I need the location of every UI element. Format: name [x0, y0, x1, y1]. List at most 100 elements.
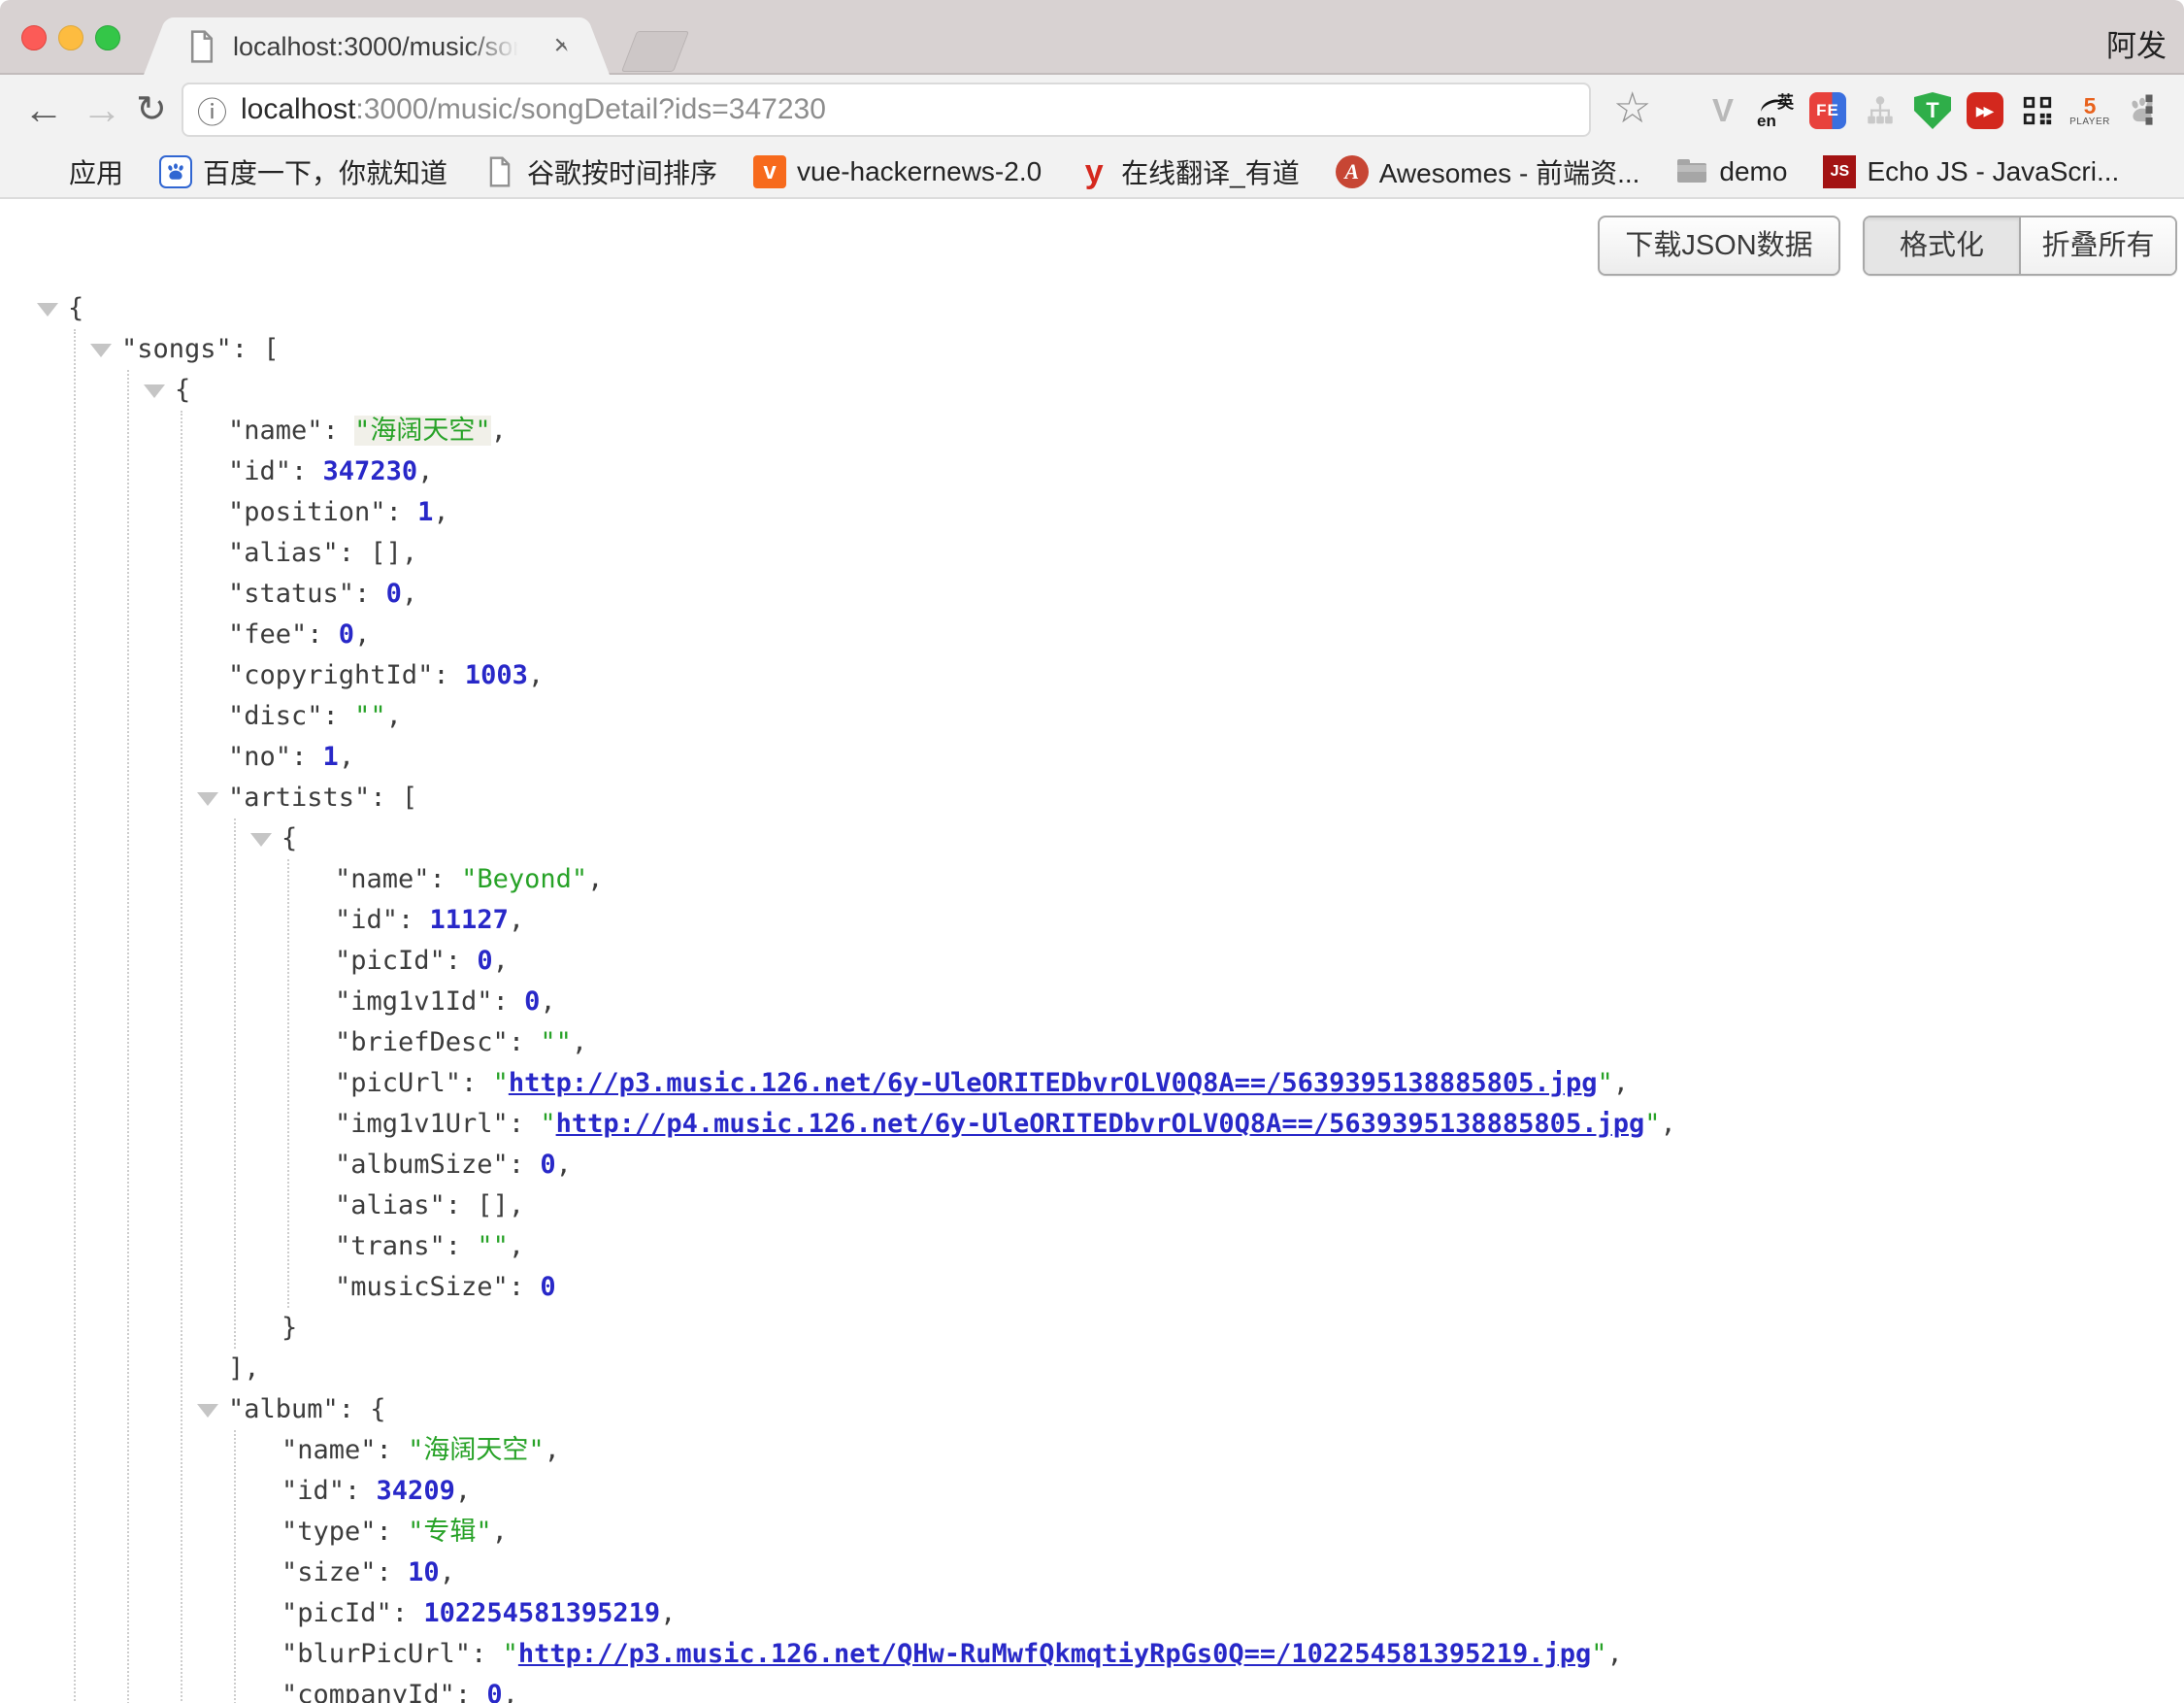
- collapse-all-button[interactable]: 折叠所有: [2021, 217, 2175, 274]
- url-path: :3000/music/songDetail?ids=347230: [355, 93, 826, 126]
- json-row: {: [0, 370, 2184, 411]
- collapse-toggle-icon[interactable]: [144, 384, 165, 398]
- json-row: {: [0, 818, 2184, 859]
- json-token: "Beyond": [461, 864, 587, 894]
- json-token: :: [461, 1068, 493, 1098]
- json-token: 347230: [323, 456, 418, 486]
- json-row: }: [0, 1308, 2184, 1349]
- json-token: :: [377, 1517, 409, 1547]
- qr-code-icon[interactable]: [2019, 92, 2056, 129]
- profile-name[interactable]: 阿发: [2106, 21, 2167, 65]
- vue-devtools-icon[interactable]: V: [1704, 92, 1741, 129]
- json-token: ,: [455, 1476, 471, 1506]
- bookmark-youdao[interactable]: y 在线翻译_有道: [1077, 152, 1300, 191]
- json-token: :: [377, 1435, 409, 1465]
- shield-icon[interactable]: T: [1914, 92, 1951, 129]
- youdao-translate-icon[interactable]: 英 en: [1757, 92, 1794, 129]
- collapse-toggle-icon[interactable]: [197, 1404, 218, 1418]
- browser-tab[interactable]: localhost:3000/music/songDet ×: [171, 17, 582, 77]
- json-token: ,: [509, 1231, 524, 1261]
- json-row: "name": "海阔天空",: [0, 411, 2184, 451]
- new-tab-button[interactable]: [621, 31, 689, 72]
- json-token: ,: [386, 701, 402, 731]
- json-url-link[interactable]: http://p3.music.126.net/6y-UleORITEDbvrO…: [509, 1068, 1598, 1098]
- json-token: "img1v1Id": [335, 986, 493, 1017]
- bookmark-apps[interactable]: 应用: [25, 152, 123, 191]
- format-button[interactable]: 格式化: [1865, 217, 2021, 274]
- json-row: "trans": "",: [0, 1226, 2184, 1267]
- json-token: :: [455, 1680, 487, 1703]
- json-row: "songs": [: [0, 329, 2184, 370]
- bookmark-vue-hackernews[interactable]: v vue-hackernews-2.0: [753, 155, 1042, 188]
- collapse-toggle-icon[interactable]: [197, 792, 218, 806]
- json-row: "img1v1Id": 0,: [0, 982, 2184, 1022]
- minimize-window-button[interactable]: [58, 25, 83, 50]
- bookmark-demo-folder[interactable]: demo: [1675, 155, 1787, 188]
- json-token: "name": [335, 864, 430, 894]
- json-token: "海阔天空": [408, 1435, 545, 1465]
- json-token: :: [509, 1027, 541, 1057]
- json-token: ": [540, 1109, 555, 1139]
- collapse-toggle-icon[interactable]: [250, 833, 272, 847]
- json-token: {: [281, 823, 297, 853]
- fe-helper-icon[interactable]: FE: [1809, 92, 1846, 129]
- tree-guide-line: [181, 411, 182, 1703]
- json-token: "trans": [335, 1231, 446, 1261]
- json-row: {: [0, 288, 2184, 329]
- json-token: "albumSize": [335, 1150, 509, 1180]
- fast-forward-icon[interactable]: ▶▶: [1967, 92, 2003, 129]
- json-url-link[interactable]: http://p3.music.126.net/QHw-RuMwfQkmqtiy…: [518, 1639, 1591, 1669]
- json-token: "alias": [335, 1190, 446, 1220]
- json-token: :: [430, 864, 462, 894]
- zoom-window-button[interactable]: [95, 25, 120, 50]
- bookmark-awesomes[interactable]: A Awesomes - 前端资...: [1336, 152, 1640, 191]
- url-host: localhost: [241, 93, 355, 126]
- tab-close-icon[interactable]: ×: [553, 29, 571, 62]
- reload-button[interactable]: ↻: [136, 91, 167, 128]
- json-token: 102254581395219: [423, 1598, 660, 1628]
- tab-strip: localhost:3000/music/songDet × 阿发: [0, 0, 2184, 75]
- address-bar[interactable]: ⓘ localhost:3000/music/songDetail?ids=34…: [182, 83, 1591, 137]
- json-row: "musicSize": 0: [0, 1267, 2184, 1308]
- html5-player-icon[interactable]: 5 PLAYER: [2071, 92, 2108, 129]
- json-url-link[interactable]: http://p4.music.126.net/6y-UleORITEDbvrO…: [556, 1109, 1645, 1139]
- json-token: ,: [660, 1598, 676, 1628]
- json-token: 0: [486, 1680, 502, 1703]
- bookmark-star-icon[interactable]: ☆: [1613, 83, 1651, 133]
- json-token: 1: [323, 742, 339, 772]
- sitemap-icon[interactable]: [1862, 92, 1899, 129]
- download-json-button[interactable]: 下载JSON数据: [1598, 216, 1840, 276]
- json-token: 34209: [377, 1476, 455, 1506]
- json-token: 1: [417, 497, 433, 527]
- json-token: : [],: [446, 1190, 524, 1220]
- tree-guide-line: [74, 329, 76, 1703]
- json-token: :: [323, 701, 355, 731]
- json-token: "id": [281, 1476, 345, 1506]
- bookmark-baidu[interactable]: 百度一下，你就知道: [159, 152, 447, 191]
- page-icon: [483, 155, 516, 188]
- json-token: 0: [540, 1272, 555, 1302]
- json-token: "disc": [228, 701, 323, 731]
- browser-toolbar: ← → ↻ ⓘ localhost:3000/music/songDetail?…: [0, 75, 2184, 147]
- page-info-icon[interactable]: ⓘ: [197, 88, 227, 132]
- json-token: ,: [493, 946, 509, 976]
- bookmark-google-sort[interactable]: 谷歌按时间排序: [483, 152, 717, 191]
- json-token: "copyrightId": [228, 660, 433, 690]
- json-token: ,: [339, 742, 354, 772]
- json-token: "songs": [121, 334, 232, 364]
- close-window-button[interactable]: [21, 25, 47, 50]
- view-mode-toggle: 格式化 折叠所有: [1863, 216, 2177, 276]
- collapse-toggle-icon[interactable]: [90, 344, 112, 357]
- json-row: "companyId": 0,: [0, 1675, 2184, 1703]
- json-token: 0: [339, 619, 354, 650]
- json-row: "name": "Beyond",: [0, 859, 2184, 900]
- back-button[interactable]: ←: [23, 89, 64, 130]
- json-token: "alias": [228, 538, 339, 568]
- json-row: "no": 1,: [0, 737, 2184, 778]
- json-token: "musicSize": [335, 1272, 509, 1302]
- collapse-toggle-icon[interactable]: [37, 303, 58, 317]
- chrome-menu-icon[interactable]: ⋮: [2130, 88, 2168, 133]
- json-token: ,: [587, 864, 603, 894]
- bookmark-echojs[interactable]: JS Echo JS - JavaScri...: [1823, 155, 2119, 188]
- json-token: : [: [232, 334, 280, 364]
